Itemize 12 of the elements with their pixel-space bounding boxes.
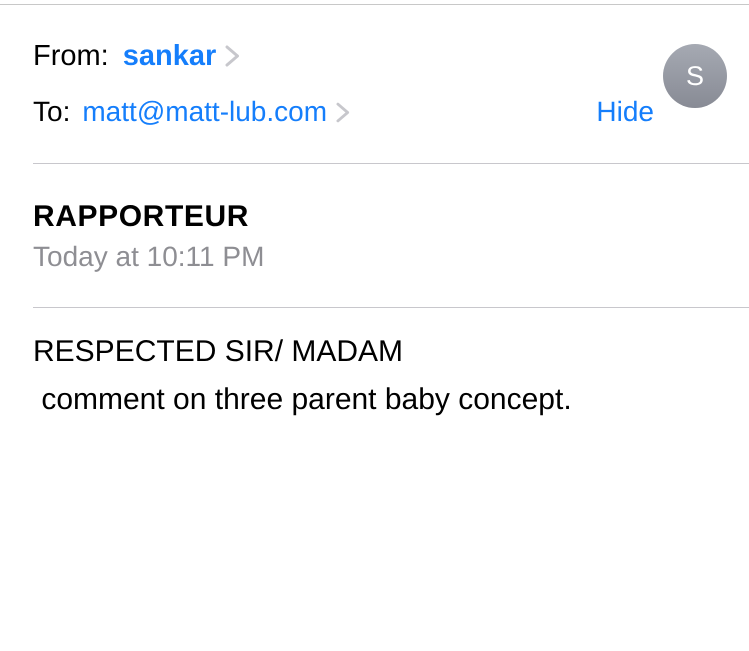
hide-link[interactable]: Hide [596, 92, 654, 132]
chevron-icon [225, 45, 240, 67]
message-body-line: RESPECTED SIR/ MADAM [33, 334, 404, 370]
to-label: To: [33, 95, 70, 129]
chevron-icon [336, 102, 350, 122]
sender-avatar: S [663, 44, 727, 108]
message-date: Today at 10:11 PM [33, 240, 266, 274]
sender-link[interactable]: sankar [122, 36, 216, 76]
message-body-line: comment on three parent baby concept. [40, 382, 573, 418]
from-label: From: [33, 39, 109, 74]
recipient-link[interactable]: matt@matt-lub.com [82, 92, 328, 132]
subject-title: RAPPORTEUR [33, 199, 250, 235]
